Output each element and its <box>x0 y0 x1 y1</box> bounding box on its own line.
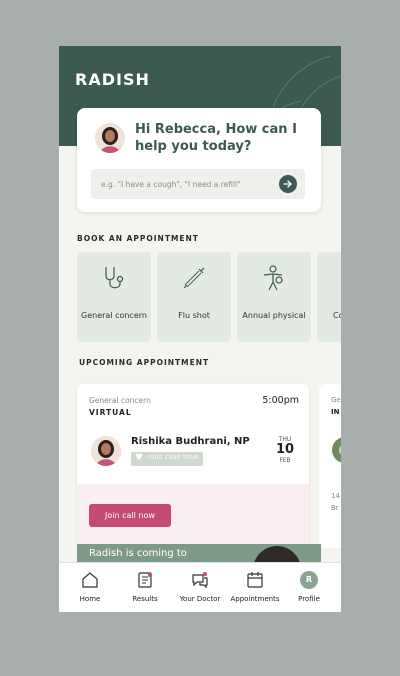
tile-label: Co <box>333 311 341 320</box>
tile-label: Annual physical <box>242 311 306 320</box>
tile-annual-physical[interactable]: Annual physical <box>237 252 311 342</box>
stethoscope-icon <box>105 267 124 289</box>
results-icon <box>138 572 152 588</box>
appointment-type: Ge <box>331 396 341 404</box>
location-map-icon <box>332 437 341 463</box>
tile-label: General concern <box>81 311 147 320</box>
address-line: Br <box>331 504 339 512</box>
doctor-name: Rishika Budhrani, NP <box>131 436 250 447</box>
tab-label: Appointments <box>230 595 280 603</box>
appointment-time: 5:00pm <box>262 395 299 406</box>
person-checkup-icon <box>263 265 283 291</box>
book-appointment-heading: BOOK AN APPOINTMENT <box>77 234 199 243</box>
tab-your-doctor[interactable]: Your Doctor <box>172 563 228 612</box>
appointment-mode: VIRTUAL <box>89 408 132 417</box>
heart-icon: ♥ <box>135 453 144 463</box>
banner-text: Radish is coming to <box>89 548 187 559</box>
tab-label: Results <box>132 595 158 603</box>
search-submit-button[interactable] <box>279 175 297 193</box>
date-number: 10 <box>275 442 295 457</box>
join-call-button[interactable]: Join call now <box>89 504 171 527</box>
tile-general-concern[interactable]: General concern <box>77 252 151 342</box>
appointment-type: General concern <box>89 396 151 405</box>
tab-home[interactable]: Home <box>62 563 118 612</box>
tab-label: Profile <box>298 595 320 603</box>
chat-doctor-icon <box>192 572 208 589</box>
tab-appointments[interactable]: Appointments <box>227 563 283 612</box>
appointment-type-list: General concern Flu shot Annual physical… <box>77 252 341 342</box>
profile-icon: R <box>300 571 318 589</box>
appointment-card[interactable]: General concern VIRTUAL 5:00pm Rishika B… <box>77 384 309 548</box>
appointment-date: THU 10 FEB <box>273 436 297 464</box>
greeting-text: Hi Rebecca, How can I help you today? <box>135 122 297 154</box>
tile-flu-shot[interactable]: Flu shot <box>157 252 231 342</box>
greeting-card: Hi Rebecca, How can I help you today? <box>77 108 321 212</box>
tab-label: Home <box>79 595 101 603</box>
search-input[interactable] <box>101 175 276 193</box>
home-icon <box>82 572 98 588</box>
date-month: FEB <box>279 457 291 464</box>
tab-label: Your Doctor <box>179 595 221 603</box>
radish-logo: RADISH <box>75 70 150 89</box>
symptom-search <box>91 169 305 199</box>
syringe-icon <box>183 267 205 289</box>
appointment-mode: IN <box>331 408 340 416</box>
badge-label: YOUR CARE TEAM <box>147 455 199 461</box>
calendar-icon <box>247 572 263 588</box>
doctor-avatar <box>95 123 125 153</box>
tile-label: Flu shot <box>178 311 210 320</box>
app-screen: RADISH Hi Rebecca, How can I help you to… <box>59 46 341 612</box>
doctor-avatar <box>91 436 121 466</box>
appointment-card-next[interactable]: Ge IN 14 Br <box>319 384 341 548</box>
bottom-tab-bar: Home Results Your Doctor Appointments R … <box>59 562 341 612</box>
tab-profile[interactable]: R Profile <box>281 563 337 612</box>
address-line: 14 <box>331 492 340 500</box>
upcoming-appointment-heading: UPCOMING APPOINTMENT <box>79 358 210 367</box>
care-team-badge: ♥ YOUR CARE TEAM <box>131 452 203 466</box>
tile-more[interactable]: Co <box>317 252 341 342</box>
arrow-right-icon <box>283 180 292 188</box>
tab-results[interactable]: Results <box>117 563 173 612</box>
